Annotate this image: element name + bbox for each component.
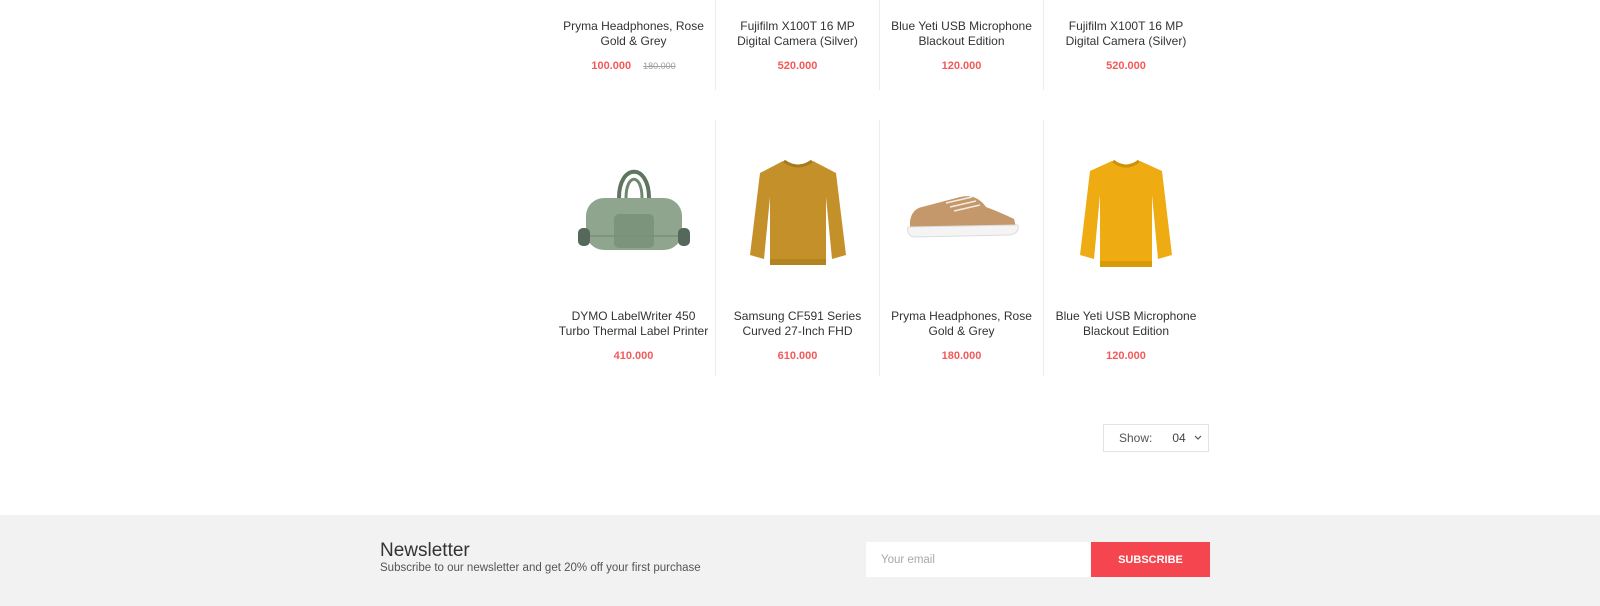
product-card[interactable]: Blue Yeti USB Microphone Blackout Editio…	[1044, 120, 1208, 376]
product-price: 410.000	[613, 350, 654, 362]
price-line: 520.000	[1044, 60, 1208, 72]
product-row-bottom: DYMO LabelWriter 450 Turbo Thermal Label…	[552, 120, 1210, 376]
price-line: 120.000	[1044, 350, 1208, 362]
product-title[interactable]: Fujifilm X100T 16 MP Digital Camera (Sil…	[1051, 19, 1201, 49]
price-line: 610.000	[716, 350, 879, 362]
product-price: 120.000	[1106, 350, 1146, 362]
chevron-down-icon[interactable]	[1194, 435, 1202, 441]
product-image-tan-sneaker[interactable]	[880, 124, 1043, 302]
product-title[interactable]: Blue Yeti USB Microphone Blackout Editio…	[1051, 309, 1201, 339]
product-card[interactable]: Pryma Headphones, Rose Gold & Grey 180.0…	[880, 120, 1044, 376]
product-price: 610.000	[777, 350, 818, 362]
product-price: 100.000	[591, 60, 632, 72]
product-image-duffel-bag[interactable]	[552, 124, 715, 302]
newsletter-section: Newsletter Subscribe to our newsletter a…	[0, 515, 1600, 606]
product-title[interactable]: DYMO LabelWriter 450 Turbo Thermal Label…	[559, 309, 709, 339]
price-line: 520.000	[716, 60, 879, 72]
product-card[interactable]: Fujifilm X100T 16 MP Digital Camera (Sil…	[716, 0, 880, 90]
show-value[interactable]: 04	[1172, 431, 1185, 445]
show-label: Show:	[1119, 431, 1153, 445]
product-card[interactable]: Pryma Headphones, Rose Gold & Grey 100.0…	[552, 0, 716, 90]
product-title[interactable]: Pryma Headphones, Rose Gold & Grey	[559, 19, 709, 49]
product-image-yellow-sweater[interactable]	[1044, 124, 1208, 302]
product-card[interactable]: DYMO LabelWriter 450 Turbo Thermal Label…	[552, 120, 716, 376]
product-title[interactable]: Samsung CF591 Series Curved 27-Inch FHD …	[723, 309, 873, 339]
product-price: 120.000	[941, 60, 982, 72]
product-title[interactable]: Pryma Headphones, Rose Gold & Grey	[887, 309, 1037, 339]
newsletter-title: Newsletter	[380, 540, 470, 561]
product-row-top: Pryma Headphones, Rose Gold & Grey 100.0…	[552, 0, 1210, 90]
newsletter-subtitle: Subscribe to our newsletter and get 20% …	[380, 562, 701, 574]
product-card[interactable]: Samsung CF591 Series Curved 27-Inch FHD …	[716, 120, 880, 376]
price-line: 120.000	[880, 60, 1043, 72]
product-card[interactable]: Blue Yeti USB Microphone Blackout Editio…	[880, 0, 1044, 90]
show-count-select[interactable]: Show: 04	[1103, 424, 1209, 452]
product-image-mustard-sweater[interactable]	[716, 124, 879, 302]
email-input[interactable]	[866, 542, 1091, 577]
product-price: 520.000	[1106, 60, 1146, 72]
product-old-price: 180.000	[643, 61, 676, 71]
product-price: 180.000	[941, 350, 982, 362]
product-title[interactable]: Blue Yeti USB Microphone Blackout Editio…	[887, 19, 1037, 49]
product-title[interactable]: Fujifilm X100T 16 MP Digital Camera (Sil…	[723, 19, 873, 49]
product-card[interactable]: Fujifilm X100T 16 MP Digital Camera (Sil…	[1044, 0, 1208, 90]
price-line: 410.000	[552, 350, 715, 362]
price-line: 100.000 180.000	[552, 60, 715, 72]
product-price: 520.000	[777, 60, 818, 72]
subscribe-button[interactable]: SUBSCRIBE	[1091, 542, 1210, 577]
price-line: 180.000	[880, 350, 1043, 362]
